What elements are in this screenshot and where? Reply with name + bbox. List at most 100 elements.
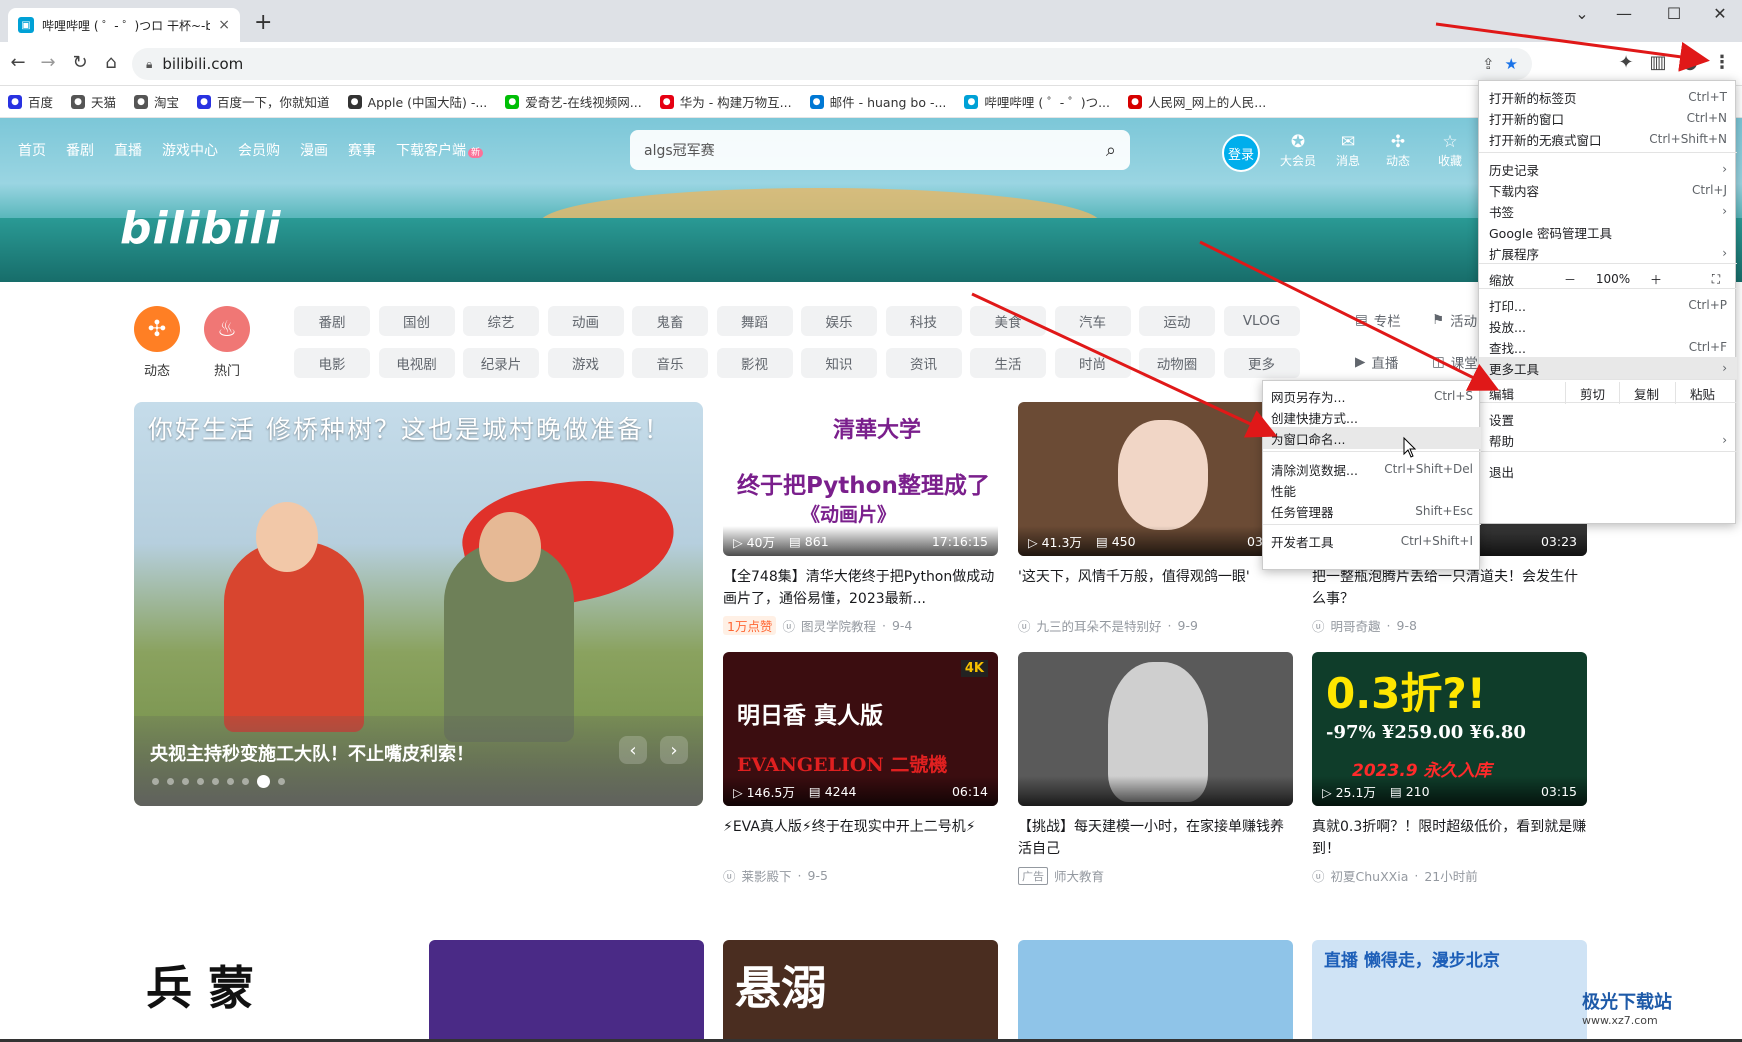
carousel-dot[interactable] bbox=[257, 775, 270, 788]
nav-item[interactable]: 漫画 bbox=[300, 140, 328, 160]
side-link[interactable]: ⚑ 活动 bbox=[1432, 310, 1477, 330]
bookmark-item[interactable]: ● 爱奇艺-在线视频网... bbox=[505, 92, 642, 111]
back-arrow-icon[interactable]: ← bbox=[6, 52, 30, 73]
video-thumbnail[interactable] bbox=[1018, 652, 1293, 806]
bookmark-item[interactable]: ● 淘宝 bbox=[134, 92, 179, 111]
carousel-dot[interactable] bbox=[197, 778, 204, 785]
submenu-item[interactable]: 清除浏览数据... Ctrl+Shift+Del bbox=[1263, 458, 1481, 480]
video-title[interactable]: 【全748集】清华大佬终于把Python做成动画片了，通俗易懂，2023最新..… bbox=[723, 566, 998, 610]
submenu-item[interactable]: 为窗口命名... bbox=[1263, 427, 1481, 449]
channel-chip[interactable]: 舞蹈 bbox=[716, 306, 793, 336]
submenu-item[interactable]: 网页另存为... Ctrl+S bbox=[1263, 385, 1481, 407]
menu-item[interactable]: 下载内容 Ctrl+J bbox=[1479, 179, 1737, 201]
channel-chip[interactable]: 电视剧 bbox=[378, 348, 455, 378]
channel-chip[interactable]: 动画 bbox=[547, 306, 624, 336]
menu-item[interactable]: 打开新的无痕式窗口 Ctrl+Shift+N bbox=[1479, 128, 1737, 150]
tab-close-icon[interactable]: × bbox=[218, 17, 230, 33]
new-tab-button[interactable]: + bbox=[254, 10, 272, 35]
edit-paste-button[interactable]: 粘贴 bbox=[1675, 382, 1729, 404]
side-link[interactable]: ▤ 专栏 bbox=[1355, 310, 1401, 330]
channel-chip[interactable]: 科技 bbox=[885, 306, 962, 336]
video-owner[interactable]: ⓤ 初夏ChuXXia · 21小时前 bbox=[1312, 866, 1587, 885]
quick-hot-button[interactable]: ♨ bbox=[204, 306, 250, 352]
channel-chip[interactable]: 知识 bbox=[801, 348, 877, 378]
menu-item[interactable]: 打开新的标签页 Ctrl+T bbox=[1479, 86, 1737, 108]
profile-avatar-icon[interactable]: ● bbox=[1678, 52, 1702, 73]
video-card[interactable]: 4K 明日香 真人版 EVANGELION 二號機 ▷ 146.5万 ▤ 4244 06:… bbox=[723, 652, 998, 885]
bookmark-star-icon[interactable]: ★ bbox=[1505, 55, 1518, 73]
video-owner[interactable]: ⓤ 莱影殿下 · 9-5 bbox=[723, 866, 998, 885]
menu-item[interactable]: 更多工具 › bbox=[1479, 357, 1737, 379]
channel-chip[interactable]: 综艺 bbox=[463, 306, 539, 336]
bookmark-item[interactable]: ● 人民网_网上的人民... bbox=[1128, 92, 1266, 111]
nav-item[interactable]: 会员购 bbox=[238, 140, 280, 160]
video-title[interactable]: '这天下，风情千万般，值得观鸽一眼' bbox=[1018, 566, 1293, 610]
video-thumbnail[interactable]: 2023.9 永久入库 0.3折?! -97% ¥259.00 ¥6.80 ▷ 25.… bbox=[1312, 652, 1587, 806]
video-thumbnail[interactable]: ▷ 41.3万▤ 45003:23 bbox=[1018, 402, 1293, 556]
bookmark-item[interactable]: ● 天猫 bbox=[71, 92, 116, 111]
menu-item[interactable]: 退出 bbox=[1479, 460, 1737, 482]
nav-item[interactable]: 赛事 bbox=[348, 140, 376, 160]
bookmark-item[interactable]: ● 百度 bbox=[8, 92, 53, 111]
video-thumbnail[interactable] bbox=[1017, 940, 1293, 1042]
channel-chip[interactable]: 美食 bbox=[970, 306, 1046, 336]
zoom-in-button[interactable]: ＋ bbox=[1641, 268, 1671, 290]
carousel-dot[interactable] bbox=[182, 778, 189, 785]
chrome-menu-kebab-icon[interactable]: ⋮ bbox=[1710, 52, 1734, 73]
channel-chip[interactable]: 鬼畜 bbox=[632, 306, 708, 336]
channel-chip[interactable]: 电影 bbox=[294, 348, 370, 378]
bookmark-item[interactable]: ● Apple (中国大陆) -... bbox=[347, 92, 487, 111]
carousel-dot[interactable] bbox=[278, 778, 285, 785]
bookmark-item[interactable]: ● 百度一下，你就知道 bbox=[197, 92, 330, 111]
channel-chip[interactable]: 纪录片 bbox=[463, 348, 539, 378]
channel-chip[interactable]: 音乐 bbox=[632, 348, 708, 378]
right-nav-item[interactable]: ☆ 收藏 bbox=[1428, 132, 1472, 169]
carousel-dot[interactable] bbox=[227, 778, 234, 785]
video-card[interactable]: ▷ 41.3万▤ 45003:23 '这天下，风情千万般，值得观鸽一眼' ⓤ九三的耳… bbox=[1018, 402, 1293, 635]
right-nav-item[interactable]: ✉ 消息 bbox=[1326, 132, 1370, 169]
video-owner[interactable]: 1万点赞 ⓤ 图灵学院教程 · 9-4 bbox=[723, 616, 998, 635]
channel-chip[interactable]: 动物圈 bbox=[1139, 348, 1215, 378]
channel-chip[interactable]: 番剧 bbox=[294, 306, 370, 336]
quick-dynamic-button[interactable]: ✣ bbox=[134, 306, 180, 352]
carousel-dot[interactable] bbox=[212, 778, 219, 785]
bookmark-item[interactable]: ● 华为 - 构建万物互... bbox=[659, 92, 792, 111]
fullscreen-icon[interactable]: ⛶ bbox=[1701, 268, 1731, 290]
video-thumbnail[interactable]: 4K 明日香 真人版 EVANGELION 二號機 ▷ 146.5万 ▤ 4244 06:… bbox=[723, 652, 998, 806]
menu-item[interactable]: 打开新的窗口 Ctrl+N bbox=[1479, 107, 1737, 129]
channel-chip[interactable]: 运动 bbox=[1139, 306, 1215, 336]
right-nav-item[interactable]: ✣ 动态 bbox=[1376, 132, 1420, 169]
carousel-dot[interactable] bbox=[152, 778, 159, 785]
carousel-caption[interactable]: 央视主持秒变施工大队！不止嘴皮利索！ bbox=[150, 740, 474, 766]
nav-item[interactable]: 首页 bbox=[18, 140, 46, 160]
video-owner[interactable]: ⓤ 九三的耳朵不是特别好 · 9-9 bbox=[1018, 616, 1293, 635]
video-thumbnail[interactable]: 悬溺 bbox=[723, 940, 998, 1042]
carousel-prev-button[interactable]: ‹ bbox=[619, 736, 647, 764]
channel-chip[interactable]: 资讯 bbox=[885, 348, 962, 378]
carousel-dot[interactable] bbox=[242, 778, 249, 785]
close-window-button[interactable]: ✕ bbox=[1700, 4, 1740, 23]
address-bar[interactable]: 🔒︎ bilibili.com ⇪ ★ bbox=[132, 48, 1532, 80]
bilibili-logo[interactable]: bilibili bbox=[120, 203, 281, 254]
zoom-out-button[interactable]: － bbox=[1555, 268, 1585, 290]
menu-item[interactable]: 历史记录 › bbox=[1479, 158, 1737, 180]
video-thumbnail[interactable] bbox=[428, 940, 704, 1042]
menu-item[interactable]: 书签 › bbox=[1479, 200, 1737, 222]
right-nav-item[interactable]: ✪ 大会员 bbox=[1276, 132, 1320, 169]
menu-item[interactable]: Google 密码管理工具 bbox=[1479, 221, 1737, 243]
search-icon[interactable]: ⌕ bbox=[1106, 140, 1116, 161]
channel-chip[interactable]: 游戏 bbox=[547, 348, 624, 378]
carousel[interactable]: 你好生活 修桥种树？这也是城村晚做准备！ 央视主持秒变施工大队！不止嘴皮利索！ … bbox=[134, 402, 703, 806]
video-thumbnail[interactable]: 兵 蒙 bbox=[134, 940, 409, 1042]
reload-icon[interactable]: ↻ bbox=[68, 52, 92, 73]
menu-item[interactable]: 投放... bbox=[1479, 315, 1737, 337]
video-title[interactable]: 真就0.3折啊？！限时超级低价，看到就是赚到！ bbox=[1312, 816, 1587, 860]
video-title[interactable]: 把一整瓶泡腾片丢给一只清道夫！会发生什么事？ bbox=[1312, 566, 1587, 610]
bookmark-item[interactable]: ● 哔哩哔哩 ( ゜- ゜)つ... bbox=[964, 92, 1110, 111]
nav-item[interactable]: 直播 bbox=[114, 140, 142, 160]
home-icon[interactable]: ⌂ bbox=[99, 52, 123, 73]
channel-chip[interactable]: 更多 bbox=[1223, 348, 1300, 378]
minimize-button[interactable]: — bbox=[1604, 4, 1644, 23]
menu-item[interactable]: 帮助 › bbox=[1479, 429, 1737, 451]
login-button[interactable]: 登录 bbox=[1222, 134, 1260, 172]
